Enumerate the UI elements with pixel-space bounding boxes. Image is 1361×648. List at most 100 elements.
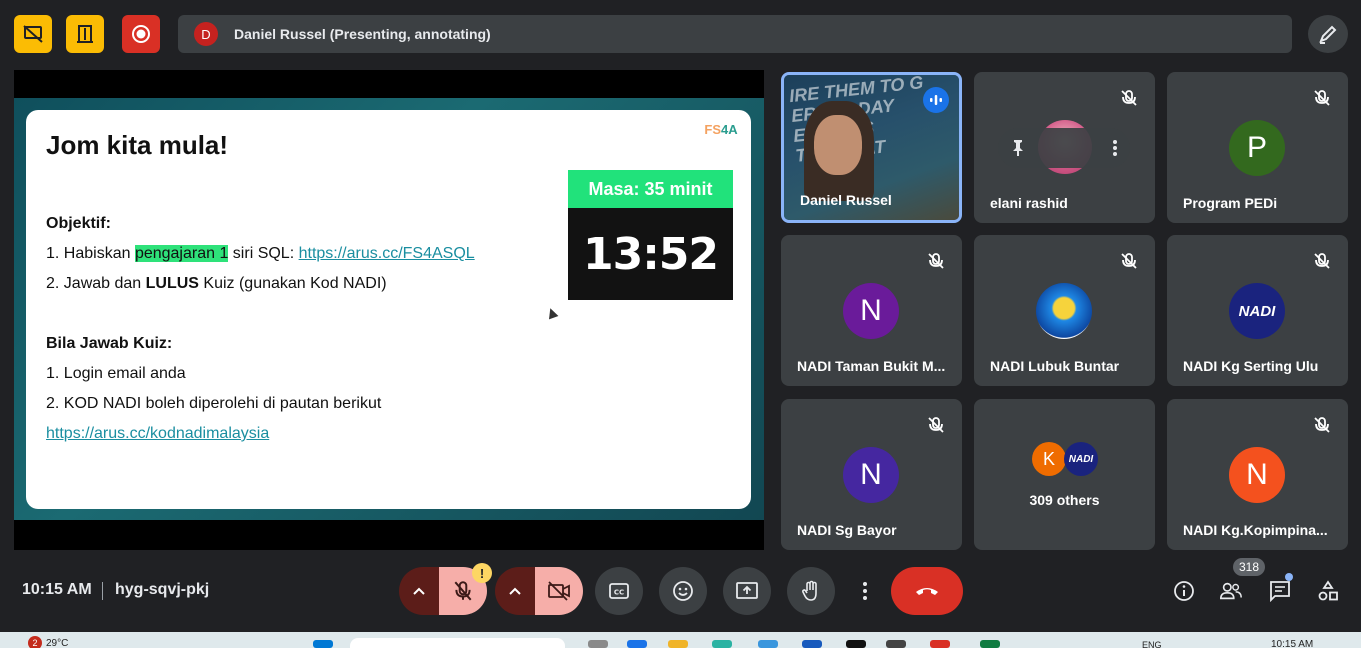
audio-options-button[interactable]: [399, 567, 439, 615]
chat-button[interactable]: [1268, 578, 1292, 604]
sql-course-link[interactable]: https://arus.cc/FS4ASQL: [299, 245, 475, 262]
taskbar-app-icon[interactable]: [712, 640, 732, 648]
raise-hand-button[interactable]: [787, 567, 835, 615]
taskbar-app-icon[interactable]: [846, 640, 866, 648]
avatar: K: [1032, 442, 1066, 476]
participant-tile-nadi-taman-bukit[interactable]: N NADI Taman Bukit M...: [781, 235, 962, 386]
annotate-button[interactable]: [1308, 15, 1348, 53]
taskbar-app-icon[interactable]: [758, 640, 778, 648]
slide: Jom kita mula! FS4A Objektif: 1. Habiska…: [26, 110, 751, 509]
pin-icon[interactable]: [1010, 139, 1026, 157]
divider: [102, 582, 103, 600]
more-options-button[interactable]: [841, 567, 889, 615]
hand-icon: [802, 580, 817, 601]
activities-icon: [1318, 580, 1338, 601]
taskbar-app-icon[interactable]: [627, 640, 647, 648]
meeting-clock: 10:15 AM: [22, 581, 92, 598]
unread-indicator: [1285, 573, 1293, 581]
avatar: N: [843, 447, 899, 503]
participant-name: NADI Sg Bayor: [797, 522, 897, 538]
reactions-button[interactable]: [659, 567, 707, 615]
leave-call-button[interactable]: [891, 567, 963, 615]
camera-toggle-button[interactable]: [535, 567, 583, 615]
participant-tile-nadi-lubuk-buntar[interactable]: NADI Lubuk Buntar: [974, 235, 1155, 386]
meeting-details-button[interactable]: [1172, 578, 1196, 604]
participant-name: Program PEDi: [1183, 195, 1278, 211]
taskbar-app-icon[interactable]: [588, 640, 608, 648]
info-icon: [1174, 581, 1194, 601]
others-count: 309 others: [1029, 492, 1100, 508]
activities-button[interactable]: [1316, 578, 1340, 604]
participant-tile-nadi-kg-serting-ulu[interactable]: NADI NADI Kg Serting Ulu: [1167, 235, 1348, 386]
avatar: D: [194, 22, 218, 46]
people-button[interactable]: [1219, 578, 1243, 604]
hide-tiles-button[interactable]: [14, 15, 52, 53]
avatar: N: [1229, 447, 1285, 503]
present-screen-button[interactable]: [723, 567, 771, 615]
meeting-code: hyg-sqvj-pkj: [115, 581, 210, 598]
phone-hangup-icon: [916, 588, 938, 595]
highlight-mark: pengajaran 1: [134, 245, 229, 262]
video-off-icon: [548, 581, 570, 601]
mic-off-icon: [1314, 417, 1330, 433]
language-indicator[interactable]: ENG: [1142, 640, 1162, 648]
door-icon: [77, 25, 93, 43]
closed-captions-icon: CC: [609, 583, 629, 599]
participant-tile-others[interactable]: K NADI 309 others: [974, 399, 1155, 550]
start-icon[interactable]: [313, 640, 333, 648]
mic-off-icon: [928, 417, 944, 433]
video-options-button[interactable]: [495, 567, 535, 615]
chevron-up-icon: [413, 587, 425, 595]
avatar: NADI: [1064, 442, 1098, 476]
recording-button[interactable]: [122, 15, 160, 53]
presenter-status: Daniel Russel (Presenting, annotating): [234, 26, 491, 42]
pen-icon: [1319, 25, 1337, 44]
weather-temperature: 29°C: [46, 638, 69, 648]
weather-alert-badge: 2: [28, 636, 42, 648]
chevron-up-icon: [509, 587, 521, 595]
participant-tile-nadi-sg-bayor[interactable]: N NADI Sg Bayor: [781, 399, 962, 550]
objective-item-1: 1. Habiskan pengajaran 1 siri SQL: https…: [46, 245, 475, 262]
more-options-icon[interactable]: [1112, 139, 1118, 157]
present-icon: [736, 582, 758, 599]
avatar: NADI: [1229, 283, 1285, 339]
more-vert-icon: [863, 582, 867, 600]
objective-heading: Objektif:: [46, 215, 111, 232]
participant-name: Daniel Russel: [800, 192, 892, 208]
taskbar-app-icon[interactable]: [930, 640, 950, 648]
mic-warning-badge: !: [472, 563, 492, 583]
mic-off-icon: [1121, 90, 1137, 106]
nadi-code-link[interactable]: https://arus.cc/kodnadimalaysia: [46, 425, 269, 443]
timer-label: Masa: 35 minit: [568, 170, 733, 208]
participant-count-badge: 318: [1233, 558, 1265, 576]
timer-countdown: 13:52: [568, 208, 733, 300]
avatar: P: [1229, 120, 1285, 176]
participant-name: NADI Kg Serting Ulu: [1183, 358, 1319, 374]
system-clock[interactable]: 10:15 AM: [1271, 639, 1313, 648]
quiz-item-2: 2. KOD NADI boleh diperolehi di pautan b…: [46, 395, 382, 412]
fs4a-logo: FS4A: [704, 122, 738, 137]
taskbar-app-icon[interactable]: [886, 640, 906, 648]
people-icon: [1220, 582, 1242, 600]
folder-icon[interactable]: [668, 640, 688, 648]
record-icon: [132, 25, 150, 43]
participant-tile-program-pedi[interactable]: P Program PEDi: [1167, 72, 1348, 223]
breakout-rooms-button[interactable]: [66, 15, 104, 53]
chat-icon: [1270, 581, 1290, 602]
objective-item-2: 2. Jawab dan LULUS Kuiz (gunakan Kod NAD…: [46, 275, 387, 292]
participant-name: NADI Lubuk Buntar: [990, 358, 1120, 374]
participant-tile-nadi-kg-kopimpina[interactable]: N NADI Kg.Kopimpina...: [1167, 399, 1348, 550]
captions-button[interactable]: CC: [595, 567, 643, 615]
participant-tile-daniel-russel[interactable]: IRE THEM TO G ERS TODAY E SKILLS TO CREA…: [781, 72, 962, 223]
presentation-stage[interactable]: Jom kita mula! FS4A Objektif: 1. Habiska…: [14, 70, 764, 550]
taskbar-app-icon[interactable]: [980, 640, 1000, 648]
mic-off-icon: [928, 253, 944, 269]
avatar: N: [843, 283, 899, 339]
mouse-cursor-icon: [545, 306, 559, 320]
tile-hover-controls: [998, 128, 1130, 168]
taskbar-app-icon[interactable]: [802, 640, 822, 648]
mic-off-icon: [454, 581, 472, 601]
taskbar-search[interactable]: [350, 638, 565, 648]
quiz-item-1: 1. Login email anda: [46, 365, 186, 382]
participant-tile-elani-rashid[interactable]: elani rashid: [974, 72, 1155, 223]
